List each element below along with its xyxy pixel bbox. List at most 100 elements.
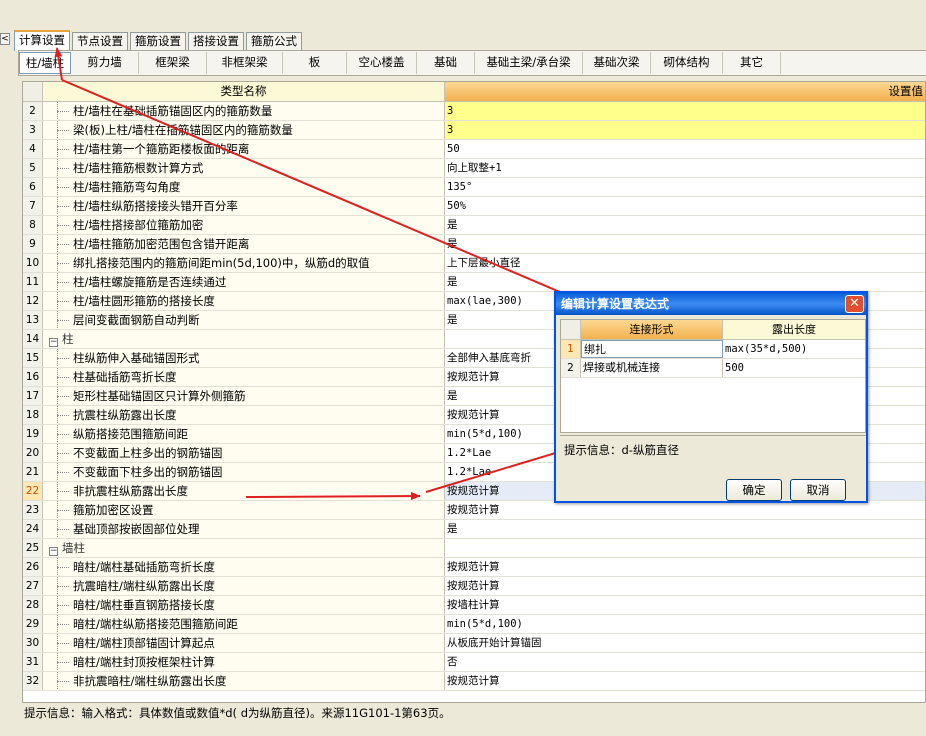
subtab-masonry[interactable]: 砌体结构 xyxy=(651,52,723,74)
setting-value-cell[interactable]: 3 xyxy=(445,121,925,139)
subtab-nonframe-beam[interactable]: 非框架梁 xyxy=(207,52,283,74)
dialog-col-exposed-length[interactable]: 露出长度 xyxy=(723,320,865,339)
dialog-cell-type[interactable]: 焊接或机械连接 xyxy=(581,359,723,377)
close-icon[interactable]: ✕ xyxy=(845,295,864,313)
collapse-panel-button[interactable]: < xyxy=(0,33,10,45)
table-row[interactable]: 29 暗柱/端柱纵筋搭接范围箍筋间距 min(5*d,100) xyxy=(23,615,925,634)
tab-node-settings[interactable]: 节点设置 xyxy=(72,32,128,50)
table-row[interactable]: 26 暗柱/端柱基础插筋弯折长度 按规范计算 xyxy=(23,558,925,577)
grid-header: 类型名称 设置值 xyxy=(23,82,925,102)
setting-name-cell: 柱基础插筋弯折长度 xyxy=(43,368,445,386)
subtab-hollow-floor[interactable]: 空心楼盖 xyxy=(347,52,417,74)
setting-value-cell[interactable]: min(5*d,100) xyxy=(445,615,925,633)
setting-name-cell: 柱/墙柱搭接部位箍筋加密 xyxy=(43,216,445,234)
row-number: 22 xyxy=(23,482,43,500)
tree-connector xyxy=(57,282,69,283)
setting-value-cell[interactable]: 从板底开始计算锚固 xyxy=(445,634,925,652)
setting-label: 暗柱/端柱垂直钢筋搭接长度 xyxy=(73,598,215,612)
ok-button[interactable]: 确定 xyxy=(726,479,782,501)
table-row[interactable]: 31 暗柱/端柱封顶按框架柱计算 否 xyxy=(23,653,925,672)
row-number: 15 xyxy=(23,349,43,367)
tab-lap-settings[interactable]: 搭接设置 xyxy=(188,32,244,50)
setting-value-cell[interactable]: 是 xyxy=(445,235,925,253)
setting-label: 梁(板)上柱/墙柱在插筋锚固区内的箍筋数量 xyxy=(73,123,293,137)
tree-connector xyxy=(57,586,69,587)
setting-value-cell[interactable]: 3 xyxy=(445,102,925,120)
table-row[interactable]: 32 非抗震暗柱/端柱纵筋露出长度 按规范计算 xyxy=(23,672,925,691)
dialog-cell-type[interactable]: 绑扎 xyxy=(581,340,723,358)
setting-label: 不变截面上柱多出的钢筋锚固 xyxy=(73,446,223,460)
row-number: 24 xyxy=(23,520,43,538)
subtab-other[interactable]: 其它 xyxy=(723,52,781,74)
row-number: 10 xyxy=(23,254,43,272)
setting-value-cell[interactable]: 按墙柱计算 xyxy=(445,596,925,614)
setting-value-cell[interactable]: 按规范计算 xyxy=(445,672,925,690)
tree-connector xyxy=(57,358,69,359)
tab-stirrup-formula[interactable]: 箍筋公式 xyxy=(246,32,302,50)
setting-value-cell[interactable]: 是 xyxy=(445,520,925,538)
setting-value-cell[interactable]: 是 xyxy=(445,273,925,291)
table-row[interactable]: 5 柱/墙柱箍筋根数计算方式 向上取整+1 xyxy=(23,159,925,178)
setting-value-cell[interactable]: 按规范计算 xyxy=(445,577,925,595)
row-number-header xyxy=(23,82,43,101)
setting-label: 柱基础插筋弯折长度 xyxy=(73,370,177,384)
setting-name-cell: 柱/墙柱在基础插筋锚固区内的箍筋数量 xyxy=(43,102,445,120)
subtab-foundation-main-beam[interactable]: 基础主梁/承台梁 xyxy=(475,52,583,74)
table-row[interactable]: 25− 墙柱 xyxy=(23,539,925,558)
table-row[interactable]: 2 柱/墙柱在基础插筋锚固区内的箍筋数量 3 xyxy=(23,102,925,121)
table-row[interactable]: 10 绑扎搭接范围内的箍筋间距min(5d,100)中，纵筋d的取值 上下层最小直径 xyxy=(23,254,925,273)
setting-value-cell[interactable]: 向上取整+1 xyxy=(445,159,925,177)
table-row[interactable]: 7 柱/墙柱纵筋搭接接头错开百分率 50% xyxy=(23,197,925,216)
setting-value-cell[interactable] xyxy=(445,539,925,557)
dialog-row[interactable]: 2 焊接或机械连接 500 xyxy=(561,359,865,378)
subtab-slab[interactable]: 板 xyxy=(283,52,347,74)
col-header-value[interactable]: 设置值 xyxy=(445,82,925,101)
setting-value-cell[interactable]: 50% xyxy=(445,197,925,215)
subtab-foundation[interactable]: 基础 xyxy=(417,52,475,74)
table-row[interactable]: 30 暗柱/端柱顶部锚固计算起点 从板底开始计算锚固 xyxy=(23,634,925,653)
table-row[interactable]: 28 暗柱/端柱垂直钢筋搭接长度 按墙柱计算 xyxy=(23,596,925,615)
tree-connector xyxy=(57,187,69,188)
col-header-name[interactable]: 类型名称 xyxy=(43,82,445,101)
tree-connector xyxy=(57,567,69,568)
subtab-frame-beam[interactable]: 框架梁 xyxy=(139,52,207,74)
row-number: 3 xyxy=(23,121,43,139)
setting-value-cell[interactable]: 上下层最小直径 xyxy=(445,254,925,272)
table-row[interactable]: 27 抗震暗柱/端柱纵筋露出长度 按规范计算 xyxy=(23,577,925,596)
setting-value-cell[interactable]: 按规范计算 xyxy=(445,558,925,576)
tab-calc-settings[interactable]: 计算设置 xyxy=(14,30,70,51)
dialog-col-connection-type[interactable]: 连接形式 xyxy=(581,320,723,339)
tree-connector xyxy=(57,643,69,644)
dialog-cell-length[interactable]: max(35*d,500) xyxy=(723,340,865,358)
setting-name-cell: 暗柱/端柱垂直钢筋搭接长度 xyxy=(43,596,445,614)
setting-value-cell[interactable]: 50 xyxy=(445,140,925,158)
setting-value-cell[interactable]: 是 xyxy=(445,216,925,234)
collapse-icon[interactable]: − xyxy=(49,338,58,347)
table-row[interactable]: 9 柱/墙柱箍筋加密范围包含错开距离 是 xyxy=(23,235,925,254)
cancel-button[interactable]: 取消 xyxy=(790,479,846,501)
dialog-cell-length[interactable]: 500 xyxy=(723,359,865,377)
setting-value-cell[interactable]: 否 xyxy=(445,653,925,671)
row-number: 20 xyxy=(23,444,43,462)
table-row[interactable]: 23 箍筋加密区设置 按规范计算 xyxy=(23,501,925,520)
collapse-icon[interactable]: − xyxy=(49,547,58,556)
subtab-shear-wall[interactable]: 剪力墙 xyxy=(71,52,139,74)
setting-label: 非抗震柱纵筋露出长度 xyxy=(73,484,188,498)
dialog-title: 编辑计算设置表达式 ✕ xyxy=(556,293,866,315)
table-row[interactable]: 11 柱/墙柱螺旋箍筋是否连续通过 是 xyxy=(23,273,925,292)
subtab-foundation-secondary-beam[interactable]: 基础次梁 xyxy=(583,52,651,74)
dialog-divider xyxy=(560,435,866,436)
table-row[interactable]: 4 柱/墙柱第一个箍筋距楼板面的距离 50 xyxy=(23,140,925,159)
dialog-row[interactable]: 1 绑扎 max(35*d,500) xyxy=(561,340,865,359)
table-row[interactable]: 3 梁(板)上柱/墙柱在插筋锚固区内的箍筋数量 3 xyxy=(23,121,925,140)
setting-value-cell[interactable]: 按规范计算 xyxy=(445,501,925,519)
row-number: 26 xyxy=(23,558,43,576)
table-row[interactable]: 6 柱/墙柱箍筋弯勾角度 135° xyxy=(23,178,925,197)
table-row[interactable]: 8 柱/墙柱搭接部位箍筋加密 是 xyxy=(23,216,925,235)
setting-value-cell[interactable]: 135° xyxy=(445,178,925,196)
subtab-column-wallcolumn[interactable]: 柱/墙柱 xyxy=(19,52,71,74)
tab-stirrup-settings[interactable]: 箍筋设置 xyxy=(130,32,186,50)
tree-connector xyxy=(57,111,69,112)
table-row[interactable]: 24 基础顶部按嵌固部位处理 是 xyxy=(23,520,925,539)
dialog-row-number: 1 xyxy=(561,340,581,358)
